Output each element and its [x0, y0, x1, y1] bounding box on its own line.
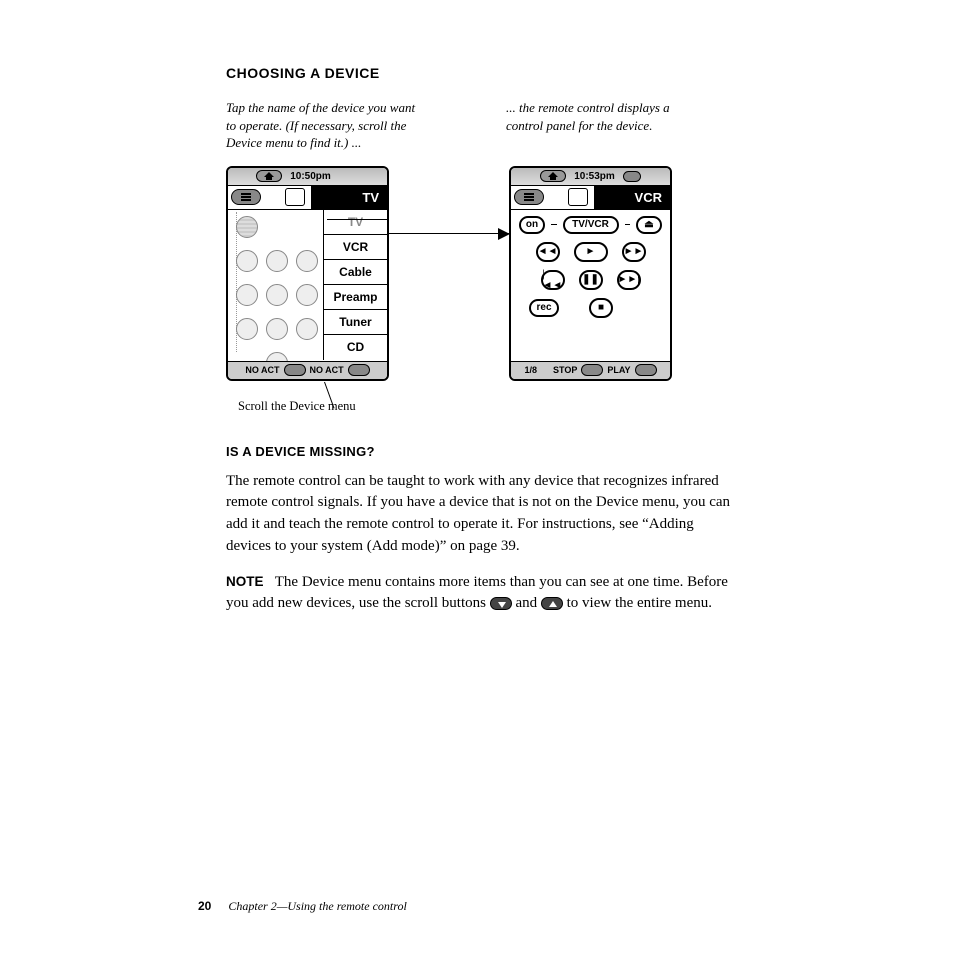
rec-button[interactable]: rec — [529, 299, 559, 317]
para-missing-device: The remote control can be taught to work… — [226, 471, 736, 558]
scroll-caption: Scroll the Device menu — [238, 399, 736, 414]
scroll-down-icon[interactable] — [581, 364, 603, 376]
ffwd-button[interactable]: ►► — [622, 242, 646, 262]
menu-icon — [514, 189, 544, 205]
pause-button[interactable]: ❚❚ — [579, 270, 603, 290]
device-icon — [568, 188, 588, 206]
prev-button[interactable]: |◄◄ — [541, 270, 565, 290]
eject-button[interactable]: ⏏ — [636, 216, 662, 234]
home-icon — [540, 170, 566, 182]
scroll-down-icon — [490, 597, 512, 610]
stop-button[interactable]: ■ — [589, 298, 613, 318]
clock-left: 10:50pm — [290, 171, 331, 182]
heading-device-missing: IS A DEVICE MISSING? — [226, 444, 736, 459]
clock-right: 10:53pm — [574, 171, 615, 182]
note-label: NOTE — [226, 574, 264, 589]
menu-item-vcr[interactable]: VCR — [324, 235, 387, 260]
device-label-left: TV — [311, 186, 387, 209]
device-menu-list: TV VCR Cable Preamp Tuner CD — [323, 210, 387, 360]
menu-item-tv[interactable]: TV — [324, 210, 387, 235]
page-number: 20 — [198, 899, 211, 913]
screen-device-menu: 10:50pm TV TV — [226, 166, 389, 381]
note-paragraph: NOTE The Device menu contains more items… — [226, 572, 736, 616]
note-text-c: to view the entire menu. — [563, 595, 712, 611]
heading-choosing-device: CHOOSING A DEVICE — [226, 65, 736, 81]
menu-item-cable[interactable]: Cable — [324, 260, 387, 285]
page-footer: 20 Chapter 2—Using the remote control — [198, 899, 407, 914]
next-button[interactable]: ►►| — [617, 270, 641, 290]
note-text-b: and — [512, 595, 541, 611]
menu-item-cd[interactable]: CD — [324, 335, 387, 360]
screen-vcr-panel: 10:53pm VCR on TV/VCR ⏏ — [509, 166, 672, 381]
home-icon — [256, 170, 282, 182]
figures-row: 10:50pm TV TV — [226, 166, 736, 381]
number-pad-faded — [236, 216, 324, 378]
caption-left: Tap the name of the device you want to o… — [226, 99, 426, 152]
chapter-title: Chapter 2—Using the remote control — [228, 899, 406, 913]
footer-noact-left: NO ACT — [245, 365, 279, 375]
menu-item-preamp[interactable]: Preamp — [324, 285, 387, 310]
caption-right: ... the remote control displays a contro… — [506, 99, 696, 152]
footer-noact-right: NO ACT — [310, 365, 344, 375]
arrow-between-screens — [389, 233, 509, 234]
scroll-up-icon[interactable] — [635, 364, 657, 376]
scroll-icon — [623, 171, 641, 182]
menu-item-tuner[interactable]: Tuner — [324, 310, 387, 335]
scroll-up-icon — [541, 597, 563, 610]
footer-page: 1/8 — [524, 365, 537, 375]
play-button[interactable]: ► — [574, 242, 608, 262]
footer-play: PLAY — [607, 365, 630, 375]
device-icon — [285, 188, 305, 206]
scroll-down-icon[interactable] — [284, 364, 306, 376]
tvvcr-button[interactable]: TV/VCR — [563, 216, 619, 234]
rewind-button[interactable]: ◄◄ — [536, 242, 560, 262]
scroll-up-icon[interactable] — [348, 364, 370, 376]
device-label-right: VCR — [594, 186, 670, 209]
on-button[interactable]: on — [519, 216, 545, 234]
menu-icon — [231, 189, 261, 205]
footer-stop: STOP — [553, 365, 577, 375]
